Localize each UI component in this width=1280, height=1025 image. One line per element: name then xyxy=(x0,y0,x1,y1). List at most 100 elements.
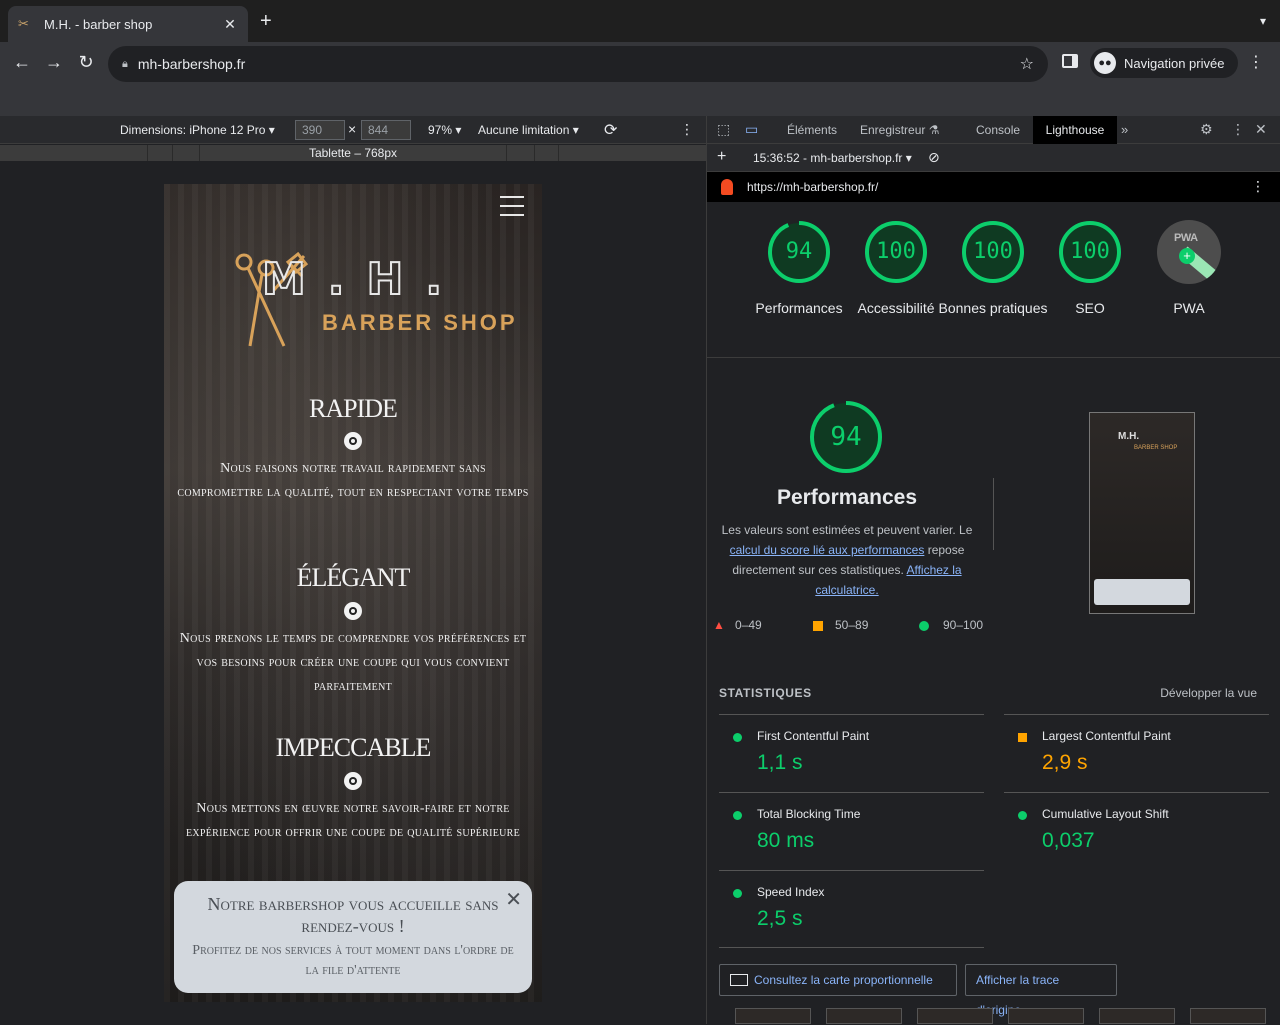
devtools-panel: ⬚ ▭ Éléments Enregistreur ⚗ Console Ligh… xyxy=(706,116,1280,1024)
tab-recorder[interactable]: Enregistreur ⚗ xyxy=(860,123,939,137)
report-url-bar: https://mh-barbershop.fr/ ⋮ xyxy=(707,172,1280,202)
pwa-badge-icon[interactable]: PWA + xyxy=(1157,220,1221,284)
forward-arrow-icon[interactable]: → xyxy=(42,52,66,73)
star-icon[interactable]: ☆ xyxy=(1020,54,1034,74)
kebab-menu-icon[interactable]: ⋮ xyxy=(1248,52,1264,72)
times-icon: × xyxy=(348,121,357,137)
perf-title: Performances xyxy=(776,486,918,509)
thumb-logo: M.H. xyxy=(1118,431,1140,442)
treemap-icon xyxy=(730,974,748,986)
metric-name: Speed Index xyxy=(757,885,825,899)
filmstrip-frame xyxy=(1008,1008,1084,1024)
treemap-button[interactable]: Consultez la carte proportionnelle xyxy=(719,964,957,996)
devtools-tabbar: ⬚ ▭ Éléments Enregistreur ⚗ Console Ligh… xyxy=(707,116,1280,144)
final-screenshot[interactable]: M.H. BARBER SHOP xyxy=(1089,412,1195,614)
close-icon[interactable]: ✕ xyxy=(505,887,522,912)
score-gauges: 94 Performances 100 Accessibilité 100 Bo… xyxy=(707,202,1280,358)
metric-name: Cumulative Layout Shift xyxy=(1042,807,1169,821)
metric-value: 0,037 xyxy=(1042,829,1095,852)
lighthouse-toolbar: + 15:36:52 - mh-barbershop.fr ▾ ⊘ xyxy=(707,144,1280,172)
url-text: mh-barbershop.fr xyxy=(137,56,246,72)
logo-mh: M.H. xyxy=(261,253,465,306)
hamburger-icon[interactable] xyxy=(500,196,524,216)
section-title: ÉLÉGANT xyxy=(296,563,411,592)
score-legend: ▲ 0–49 50–89 90–100 xyxy=(713,618,1003,634)
media-segment[interactable] xyxy=(507,145,535,161)
device-menu-icon[interactable]: ⋮ xyxy=(680,121,694,138)
pass-circle-icon xyxy=(733,889,742,898)
media-segment[interactable] xyxy=(0,145,148,161)
metric-value: 2,9 s xyxy=(1042,751,1088,774)
incognito-icon: ●● xyxy=(1094,52,1116,74)
metric-tbt: Total Blocking Time 80 ms xyxy=(719,792,984,870)
tab-elements[interactable]: Éléments xyxy=(787,123,837,137)
mobile-page: M.H. BARBER SHOP RAPIDE Nous faisons not… xyxy=(164,184,542,1002)
score-value: 100 xyxy=(973,239,1013,264)
filmstrip-frame xyxy=(1099,1008,1175,1024)
stats-header: STATISTIQUES xyxy=(719,686,812,700)
device-select[interactable]: Dimensions: iPhone 12 Pro ▾ xyxy=(120,123,275,137)
metric-lcp: Largest Contentful Paint 2,9 s xyxy=(1004,714,1269,792)
expand-view-toggle[interactable]: Développer la vue xyxy=(1160,686,1257,700)
walk-in-notice: ✕ Notre barbershop vous accueille sans r… xyxy=(174,881,532,993)
report-selector[interactable]: 15:36:52 - mh-barbershop.fr ▾ xyxy=(753,151,912,165)
media-segment[interactable] xyxy=(173,145,200,161)
incognito-button[interactable]: ●● Navigation privée xyxy=(1090,48,1239,78)
filmstrip-frame xyxy=(917,1008,993,1024)
score-label: SEO xyxy=(1075,300,1105,316)
report-menu-icon[interactable]: ⋮ xyxy=(1251,178,1265,195)
section-title: RAPIDE xyxy=(309,394,398,423)
tab-console[interactable]: Console xyxy=(976,123,1020,137)
media-segment[interactable] xyxy=(148,145,173,161)
back-arrow-icon[interactable]: ← xyxy=(10,52,34,73)
view-trace-button[interactable]: Afficher la trace d'origine xyxy=(965,964,1117,1017)
block-icon[interactable]: ⊘ xyxy=(928,149,940,166)
devtools-menu-icon[interactable]: ⋮ xyxy=(1231,121,1245,138)
score-label: Performances xyxy=(755,300,843,316)
metric-fcp: First Contentful Paint 1,1 s xyxy=(719,714,984,792)
score-value: 100 xyxy=(876,239,916,264)
filmstrip-frame xyxy=(1190,1008,1266,1024)
width-input[interactable]: 390 xyxy=(295,120,345,140)
section-text: Nous prenons le temps de comprendre vos … xyxy=(179,631,527,694)
legend-fail: 0–49 xyxy=(735,618,762,632)
tab-lighthouse[interactable]: Lighthouse xyxy=(1033,116,1117,144)
close-tab-icon[interactable]: ✕ xyxy=(222,16,238,33)
zoom-select[interactable]: 97% ▾ xyxy=(428,123,461,137)
gear-icon[interactable]: ⚙ xyxy=(1200,121,1213,138)
thumb-notice xyxy=(1094,579,1190,605)
score-value: 100 xyxy=(1070,239,1110,264)
media-query-bar: Tablette – 768px xyxy=(0,145,706,161)
average-square-icon xyxy=(813,621,823,631)
inspect-icon[interactable]: ⬚ xyxy=(717,121,730,138)
legend-pass: 90–100 xyxy=(943,618,984,632)
metric-name: Total Blocking Time xyxy=(757,807,861,821)
metric-si: Speed Index 2,5 s xyxy=(719,870,984,948)
target-dot-icon xyxy=(344,602,362,620)
lighthouse-icon xyxy=(721,179,733,195)
throttling-select[interactable]: Aucune limitation ▾ xyxy=(478,123,579,137)
rotate-icon[interactable]: ⟳ xyxy=(604,120,617,140)
height-input[interactable]: 844 xyxy=(361,120,411,140)
new-tab-button[interactable]: + xyxy=(260,11,272,31)
media-segment-tablet[interactable]: Tablette – 768px xyxy=(200,145,507,161)
media-segment[interactable] xyxy=(535,145,559,161)
close-icon[interactable]: ✕ xyxy=(1255,121,1267,138)
address-bar[interactable]: 🔒︎ mh-barbershop.fr ☆ xyxy=(108,46,1048,82)
device-toolbar: Dimensions: iPhone 12 Pro ▾ 390 × 844 97… xyxy=(0,116,706,144)
tab-search-icon[interactable]: ▾ xyxy=(1260,14,1266,28)
device-toggle-icon[interactable]: ▭ xyxy=(745,121,758,138)
browser-tab[interactable]: ✂ M.H. - barber shop ✕ xyxy=(8,6,248,42)
plus-icon[interactable]: + xyxy=(717,148,726,166)
score-calc-link[interactable]: calcul du score lié aux performances xyxy=(730,543,925,557)
score-label: PWA xyxy=(1173,300,1205,316)
more-tabs-icon[interactable]: » xyxy=(1121,122,1128,137)
tab-strip: ✂ M.H. - barber shop ✕ + ▾ xyxy=(0,0,1280,42)
reload-icon[interactable]: ↻ xyxy=(74,52,98,73)
metric-value: 1,1 s xyxy=(757,751,803,774)
target-dot-icon xyxy=(344,432,362,450)
side-panel-icon[interactable] xyxy=(1062,54,1078,68)
report-url[interactable]: https://mh-barbershop.fr/ xyxy=(747,180,878,194)
filmstrip-frame xyxy=(826,1008,902,1024)
filmstrip-frame xyxy=(735,1008,811,1024)
